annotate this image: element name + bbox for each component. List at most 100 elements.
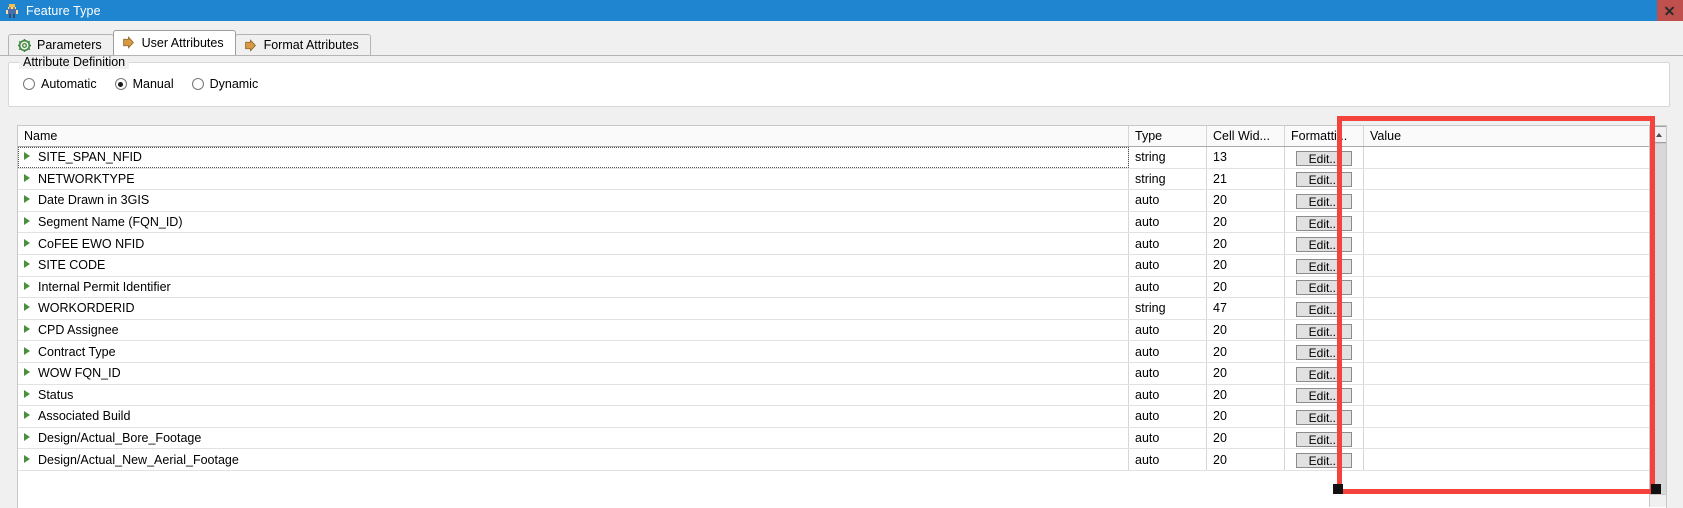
- expand-arrow-icon[interactable]: [24, 433, 30, 442]
- cell-type[interactable]: auto: [1128, 448, 1207, 471]
- expand-arrow-icon[interactable]: [24, 389, 30, 398]
- cell-cell-width[interactable]: 20: [1206, 189, 1285, 212]
- table-row[interactable]: Design/Actual_New_Aerial_Footage auto 20 Ed…: [18, 448, 1666, 471]
- expand-arrow-icon[interactable]: [24, 238, 30, 247]
- edit-formatting-button[interactable]: Edit...: [1296, 431, 1352, 447]
- column-header-name[interactable]: Name: [18, 126, 1129, 147]
- edit-formatting-button[interactable]: Edit...: [1296, 193, 1352, 209]
- cell-name[interactable]: Date Drawn in 3GIS: [18, 189, 1129, 212]
- table-row[interactable]: WORKORDERID string 47 Edit...: [18, 297, 1666, 320]
- column-header-value[interactable]: Value: [1363, 126, 1666, 147]
- radio-automatic[interactable]: Automatic: [23, 77, 97, 91]
- expand-arrow-icon[interactable]: [24, 217, 30, 226]
- cell-value[interactable]: [1363, 384, 1666, 407]
- cell-cell-width[interactable]: 13: [1206, 146, 1285, 169]
- cell-name[interactable]: NETWORKTYPE: [18, 168, 1129, 191]
- cell-type[interactable]: auto: [1128, 405, 1207, 428]
- cell-value[interactable]: [1363, 189, 1666, 212]
- cell-cell-width[interactable]: 47: [1206, 297, 1285, 320]
- cell-cell-width[interactable]: 20: [1206, 211, 1285, 234]
- chevron-up-icon[interactable]: [1650, 126, 1666, 143]
- cell-cell-width[interactable]: 20: [1206, 362, 1285, 385]
- column-header-type[interactable]: Type: [1128, 126, 1207, 147]
- cell-name[interactable]: CPD Assignee: [18, 319, 1129, 342]
- table-row[interactable]: CPD Assignee auto 20 Edit...: [18, 319, 1666, 342]
- cell-value[interactable]: [1363, 254, 1666, 277]
- table-row[interactable]: WOW FQN_ID auto 20 Edit...: [18, 362, 1666, 385]
- cell-type[interactable]: auto: [1128, 384, 1207, 407]
- table-row[interactable]: Date Drawn in 3GIS auto 20 Edit...: [18, 189, 1666, 212]
- edit-formatting-button[interactable]: Edit...: [1296, 409, 1352, 425]
- radio-manual[interactable]: Manual: [114, 77, 174, 91]
- vertical-scrollbar[interactable]: [1649, 126, 1666, 507]
- edit-formatting-button[interactable]: Edit...: [1296, 237, 1352, 253]
- cell-type[interactable]: auto: [1128, 340, 1207, 363]
- cell-type[interactable]: string: [1128, 168, 1207, 191]
- expand-arrow-icon[interactable]: [24, 281, 30, 290]
- cell-type[interactable]: string: [1128, 146, 1207, 169]
- table-row[interactable]: CoFEE EWO NFID auto 20 Edit...: [18, 232, 1666, 255]
- expand-arrow-icon[interactable]: [24, 325, 30, 334]
- cell-value[interactable]: [1363, 276, 1666, 299]
- table-row[interactable]: NETWORKTYPE string 21 Edit...: [18, 168, 1666, 191]
- expand-arrow-icon[interactable]: [24, 303, 30, 312]
- cell-cell-width[interactable]: 20: [1206, 254, 1285, 277]
- radio-dynamic[interactable]: Dynamic: [191, 77, 258, 91]
- table-row[interactable]: Internal Permit Identifier auto 20 Edit...: [18, 276, 1666, 299]
- table-row[interactable]: Contract Type auto 20 Edit...: [18, 340, 1666, 363]
- edit-formatting-button[interactable]: Edit...: [1296, 366, 1352, 382]
- expand-arrow-icon[interactable]: [24, 368, 30, 377]
- cell-type[interactable]: auto: [1128, 189, 1207, 212]
- table-row[interactable]: Segment Name (FQN_ID) auto 20 Edit...: [18, 211, 1666, 234]
- cell-type[interactable]: auto: [1128, 427, 1207, 450]
- cell-name[interactable]: WORKORDERID: [18, 297, 1129, 320]
- cell-value[interactable]: [1363, 146, 1666, 169]
- annotation-handle-bottom-left[interactable]: [1333, 484, 1343, 494]
- expand-arrow-icon[interactable]: [24, 346, 30, 355]
- cell-type[interactable]: auto: [1128, 362, 1207, 385]
- cell-name[interactable]: Associated Build: [18, 405, 1129, 428]
- close-button[interactable]: [1657, 0, 1683, 21]
- edit-formatting-button[interactable]: Edit...: [1296, 215, 1352, 231]
- edit-formatting-button[interactable]: Edit...: [1296, 172, 1352, 188]
- cell-cell-width[interactable]: 20: [1206, 448, 1285, 471]
- cell-name[interactable]: Contract Type: [18, 340, 1129, 363]
- cell-value[interactable]: [1363, 211, 1666, 234]
- scrollbar-thumb[interactable]: [1650, 143, 1666, 495]
- tab-user-attributes[interactable]: User Attributes: [112, 30, 236, 55]
- cell-value[interactable]: [1363, 405, 1666, 428]
- cell-name[interactable]: Internal Permit Identifier: [18, 276, 1129, 299]
- edit-formatting-button[interactable]: Edit...: [1296, 453, 1352, 469]
- cell-type[interactable]: auto: [1128, 254, 1207, 277]
- cell-cell-width[interactable]: 20: [1206, 232, 1285, 255]
- edit-formatting-button[interactable]: Edit...: [1296, 150, 1352, 166]
- table-row[interactable]: SITE CODE auto 20 Edit...: [18, 254, 1666, 277]
- table-row[interactable]: Status auto 20 Edit...: [18, 384, 1666, 407]
- tab-parameters[interactable]: Parameters: [8, 34, 114, 55]
- table-row[interactable]: SITE_SPAN_NFID string 13 Edit...: [18, 146, 1666, 169]
- edit-formatting-button[interactable]: Edit...: [1296, 258, 1352, 274]
- cell-cell-width[interactable]: 20: [1206, 340, 1285, 363]
- cell-value[interactable]: [1363, 362, 1666, 385]
- edit-formatting-button[interactable]: Edit...: [1296, 388, 1352, 404]
- cell-type[interactable]: auto: [1128, 211, 1207, 234]
- cell-name[interactable]: Design/Actual_Bore_Footage: [18, 427, 1129, 450]
- cell-name[interactable]: Status: [18, 384, 1129, 407]
- expand-arrow-icon[interactable]: [24, 173, 30, 182]
- cell-cell-width[interactable]: 20: [1206, 384, 1285, 407]
- cell-cell-width[interactable]: 20: [1206, 276, 1285, 299]
- tab-format-attributes[interactable]: Format Attributes: [234, 34, 371, 55]
- cell-type[interactable]: string: [1128, 297, 1207, 320]
- cell-value[interactable]: [1363, 232, 1666, 255]
- cell-name[interactable]: WOW FQN_ID: [18, 362, 1129, 385]
- expand-arrow-icon[interactable]: [24, 454, 30, 463]
- cell-cell-width[interactable]: 20: [1206, 427, 1285, 450]
- expand-arrow-icon[interactable]: [24, 411, 30, 420]
- edit-formatting-button[interactable]: Edit...: [1296, 323, 1352, 339]
- cell-cell-width[interactable]: 21: [1206, 168, 1285, 191]
- expand-arrow-icon[interactable]: [24, 195, 30, 204]
- cell-cell-width[interactable]: 20: [1206, 319, 1285, 342]
- annotation-handle-bottom-right[interactable]: [1651, 484, 1661, 494]
- cell-value[interactable]: [1363, 427, 1666, 450]
- cell-type[interactable]: auto: [1128, 232, 1207, 255]
